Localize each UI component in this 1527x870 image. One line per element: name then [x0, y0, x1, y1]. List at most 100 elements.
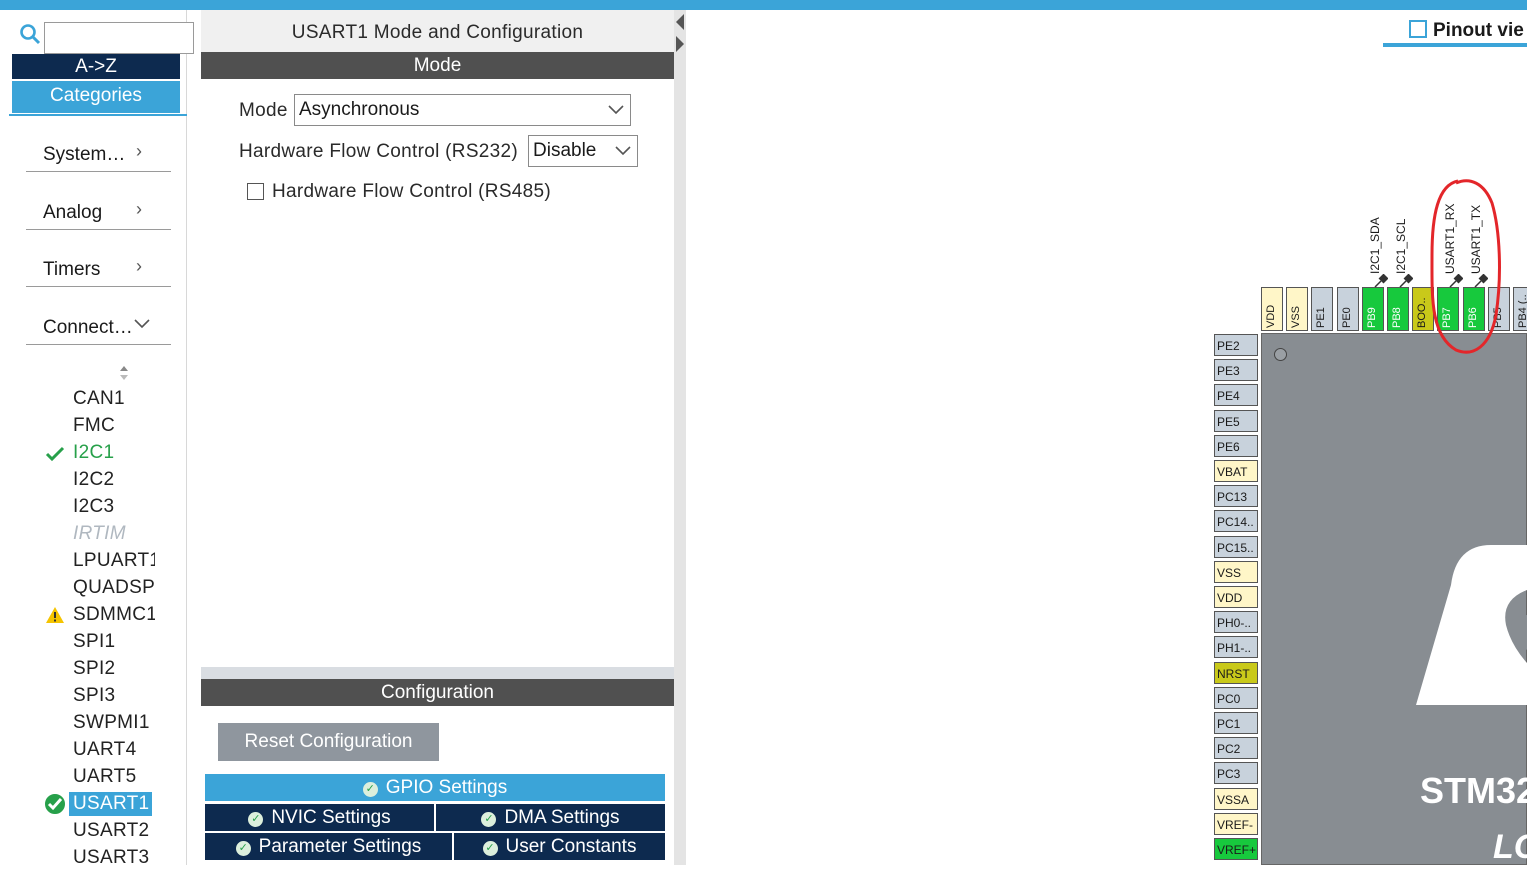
group-connectivity[interactable]: Connect… — [26, 305, 171, 345]
pin-ph0[interactable]: PH0-.. — [1214, 611, 1258, 634]
pin-pe3[interactable]: PE3 — [1214, 359, 1258, 382]
collapse-arrows-icon[interactable] — [674, 12, 686, 56]
list-item-spi1[interactable]: SPI1 — [73, 630, 183, 654]
pin-vssa[interactable]: VSSA — [1214, 787, 1258, 810]
hfc-rs485-checkbox[interactable] — [247, 183, 264, 200]
tab-gpio-settings[interactable]: ✓ GPIO Settings — [205, 774, 665, 801]
tab-label: GPIO Settings — [385, 777, 508, 798]
tab-parameter-settings[interactable]: ✓ Parameter Settings — [205, 833, 452, 860]
mode-select[interactable]: Asynchronous — [294, 94, 631, 126]
list-item-i2c1[interactable]: I2C1 — [73, 441, 183, 465]
check-circle-icon — [43, 792, 67, 816]
tab-label: NVIC Settings — [271, 807, 391, 828]
pin-pc13[interactable]: PC13 — [1214, 485, 1258, 508]
group-system[interactable]: System… › — [26, 132, 171, 172]
group-label: Timers — [43, 259, 101, 280]
st-logo — [1416, 545, 1527, 705]
list-item-sdmmc1[interactable]: SDMMC1 — [73, 603, 155, 627]
tab-user-constants[interactable]: ✓ User Constants — [454, 833, 665, 860]
chevron-right-icon: › — [136, 199, 142, 219]
pin-vdd[interactable]: VDD — [1214, 586, 1258, 608]
hfc-rs232-select[interactable]: Disable — [528, 135, 638, 167]
pin-pc3[interactable]: PC3 — [1214, 762, 1258, 785]
list-item-quadspi[interactable]: QUADSPI — [73, 576, 155, 600]
pin-pb8[interactable]: PB8 — [1387, 287, 1409, 331]
panel-title: USART1 Mode and Configuration — [291, 22, 584, 43]
config-section-header: Configuration — [201, 679, 674, 706]
group-label: System… — [43, 144, 126, 165]
list-item-swpmi1[interactable]: SWPMI1 — [73, 711, 183, 735]
pin-ph1[interactable]: PH1-.. — [1214, 636, 1258, 659]
list-item-spi2[interactable]: SPI2 — [73, 657, 183, 681]
pushpin-icon — [1399, 274, 1413, 288]
pin-vref[interactable]: VREF+ — [1214, 838, 1258, 860]
sort-az-button[interactable]: A->Z — [12, 54, 180, 79]
pin-label: PB8 — [1391, 307, 1403, 328]
list-item-i2c3[interactable]: I2C3 — [73, 495, 183, 519]
pin-vbat[interactable]: VBAT — [1214, 460, 1258, 482]
pin-nrst[interactable]: NRST — [1214, 661, 1258, 684]
chevron-right-icon: › — [136, 256, 142, 276]
chevron-down-icon — [608, 105, 624, 115]
tab-label: DMA Settings — [504, 807, 620, 828]
list-item-usart3[interactable]: USART3 — [73, 846, 183, 870]
pin-vdd[interactable]: VDD — [1261, 287, 1283, 331]
list-item-fmc[interactable]: FMC — [73, 414, 183, 438]
reset-configuration-button[interactable]: Reset Configuration — [218, 723, 439, 761]
tab-pinout-view[interactable]: Pinout vie — [1409, 20, 1524, 42]
tab-nvic-settings[interactable]: ✓ NVIC Settings — [205, 804, 434, 831]
signal-label-pb9: I2C1_SDA — [1368, 217, 1382, 274]
sort-arrows-icon[interactable] — [117, 364, 131, 382]
pin-vss[interactable]: VSS — [1286, 287, 1309, 331]
mode-label: Mode — [239, 100, 288, 121]
pin-pc2[interactable]: PC2 — [1214, 737, 1258, 760]
list-item-usart2[interactable]: USART2 — [73, 819, 183, 843]
mode-config-panel: USART1 Mode and Configuration Mode Mode … — [201, 10, 674, 865]
top-bar — [0, 0, 1527, 10]
pushpin-icon — [1374, 274, 1388, 288]
pin-pc15[interactable]: PC15.. — [1214, 535, 1258, 558]
tab-dma-settings[interactable]: ✓ DMA Settings — [436, 804, 665, 831]
red-annotation-circle — [1430, 179, 1501, 354]
pin-pb4[interactable]: PB4 (.. — [1513, 287, 1527, 331]
group-label: Connect… — [43, 317, 133, 338]
pin-pe0[interactable]: PE0 — [1336, 287, 1359, 331]
checkmark-icon — [45, 446, 65, 462]
search-icon[interactable] — [19, 23, 41, 45]
pin-pe1[interactable]: PE1 — [1311, 287, 1334, 331]
tab-label: Parameter Settings — [258, 836, 422, 857]
pin1-marker — [1274, 348, 1287, 361]
pin-pc14[interactable]: PC14.. — [1214, 510, 1258, 533]
list-item-can1[interactable]: CAN1 — [73, 387, 183, 411]
signal-label-pb8: I2C1_SCL — [1394, 218, 1408, 274]
list-item-lpuart1[interactable]: LPUART1 — [73, 549, 155, 573]
list-item-i2c2[interactable]: I2C2 — [73, 468, 183, 492]
list-item-spi3[interactable]: SPI3 — [73, 684, 183, 708]
pin-pe5[interactable]: PE5 — [1214, 409, 1258, 432]
list-item-uart4[interactable]: UART4 — [73, 738, 183, 762]
categories-panel: A->Z Categories System… › Analog › Timer… — [9, 10, 194, 868]
chip-icon — [1409, 20, 1427, 38]
chevron-down-icon — [134, 319, 150, 329]
pin-pe6[interactable]: PE6 — [1214, 434, 1258, 457]
pin-vref[interactable]: VREF- — [1214, 812, 1258, 835]
pin-label: PB9 — [1365, 307, 1378, 328]
tab-label: User Constants — [505, 836, 637, 857]
categories-button[interactable]: Categories — [12, 81, 180, 113]
group-analog[interactable]: Analog › — [26, 190, 171, 230]
hfc-rs232-value: Disable — [533, 140, 597, 161]
list-item-usart1[interactable]: USART1 — [69, 792, 152, 816]
pin-pb9[interactable]: PB9 — [1361, 287, 1384, 331]
pin-pe4[interactable]: PE4 — [1214, 384, 1258, 407]
pin-pc0[interactable]: PC0 — [1214, 686, 1258, 709]
pin-pc1[interactable]: PC1 — [1214, 712, 1258, 734]
pin-label: PE1 — [1315, 307, 1328, 328]
pin-vss[interactable]: VSS — [1214, 560, 1258, 583]
group-timers[interactable]: Timers › — [26, 247, 171, 287]
panel-divider[interactable] — [201, 667, 674, 679]
pin-pe2[interactable]: PE2 — [1214, 334, 1258, 356]
list-item-uart5[interactable]: UART5 — [73, 765, 183, 789]
search-input[interactable] — [44, 22, 194, 54]
check-circle-icon: ✓ — [482, 841, 498, 856]
panel-splitter[interactable] — [674, 10, 686, 865]
